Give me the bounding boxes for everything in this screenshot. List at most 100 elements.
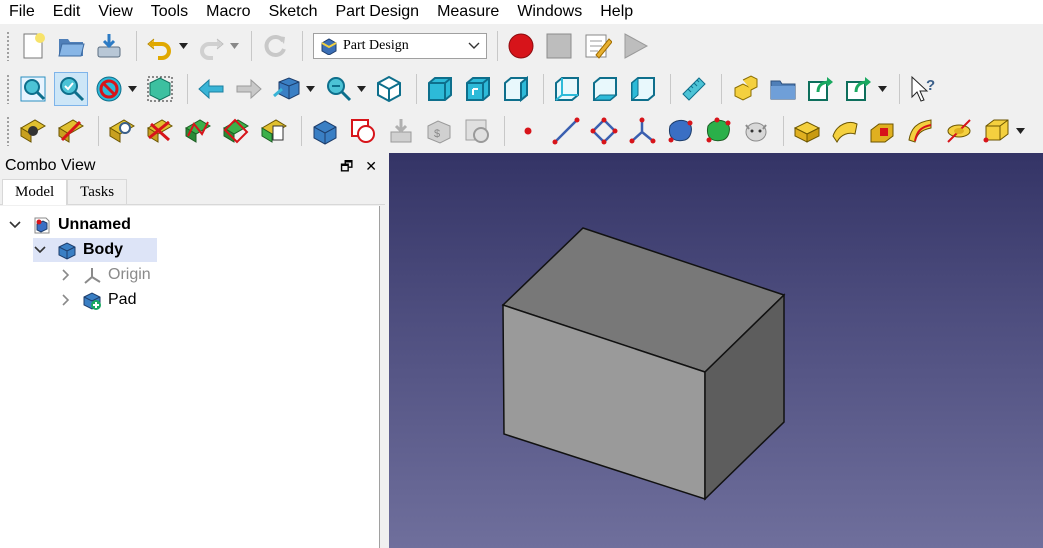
datum-line-icon[interactable] [549,114,583,148]
additive-primitive-icon[interactable] [980,114,1014,148]
zoom-dropdown-icon[interactable] [356,72,366,106]
3d-viewport[interactable] [389,153,1043,548]
execute-macro-icon[interactable] [618,29,652,63]
menu-view[interactable]: View [89,0,141,24]
menu-file[interactable]: File [0,0,44,24]
link-icon[interactable] [804,72,838,106]
sketch-mirror-icon[interactable] [257,114,291,148]
new-sketch-icon[interactable] [460,114,494,148]
undo-icon[interactable] [143,29,177,63]
front-view-icon[interactable] [423,72,457,106]
pad-icon[interactable] [790,114,824,148]
subshapebinder-icon[interactable] [701,114,735,148]
menu-measure[interactable]: Measure [428,0,508,24]
left-view-icon[interactable] [626,72,660,106]
chevron-down-icon [468,42,480,49]
sketch-reorient-icon[interactable] [143,114,177,148]
datum-point-icon[interactable] [511,114,545,148]
menu-windows[interactable]: Windows [508,0,591,24]
additive-loft-icon[interactable] [866,114,900,148]
top-view-icon[interactable] [461,72,495,106]
tree-item-label: Pad [108,291,137,308]
sketch-validate-icon[interactable] [181,114,215,148]
additive-helix-icon[interactable] [942,114,976,148]
edit-macro-icon[interactable] [580,29,614,63]
menu-edit[interactable]: Edit [44,0,90,24]
primitive-dropdown-icon[interactable] [1015,114,1025,148]
stop-macro-icon[interactable] [542,29,576,63]
link-dropdown-icon[interactable] [877,72,887,106]
menu-tools[interactable]: Tools [142,0,197,24]
chevron-right-icon[interactable] [58,293,72,307]
isometric-icon[interactable] [372,72,406,106]
body-icon[interactable] [308,114,342,148]
toolbar-separator [783,115,784,146]
chevron-down-icon[interactable] [33,243,47,257]
record-macro-icon[interactable] [504,29,538,63]
tree-item-origin[interactable]: Origin [58,263,151,287]
draw-style-icon[interactable] [92,72,126,106]
toolbar-separator [504,115,505,146]
fit-selection-icon[interactable] [54,71,88,106]
clone-icon[interactable]: $ [422,114,456,148]
pad-box-shape[interactable] [389,153,1043,548]
tab-tasks[interactable]: Tasks [67,179,128,204]
sketch-new-icon[interactable] [16,114,50,148]
menu-sketch[interactable]: Sketch [260,0,327,24]
toolbar-grip[interactable] [6,73,10,104]
float-panel-icon[interactable]: 🗗 [340,157,353,175]
datum-plane-icon[interactable] [587,114,621,148]
right-view-icon[interactable] [499,72,533,106]
measure-distance-icon[interactable] [677,72,711,106]
toolbar-separator [302,30,303,61]
undo-dropdown-icon[interactable] [178,29,188,63]
subshape-binder-icon[interactable] [384,114,418,148]
std-view-icon[interactable] [270,72,304,106]
tab-model[interactable]: Model [2,179,68,205]
shapebinder-icon[interactable] [663,114,697,148]
tree-item-body[interactable]: Body [33,238,157,262]
redo-icon[interactable] [194,29,228,63]
chevron-right-icon[interactable] [58,268,72,282]
sketch-edit-icon[interactable] [54,114,88,148]
back-icon[interactable] [194,72,228,106]
chevron-down-icon[interactable] [8,218,22,232]
toolbar-separator [416,73,417,104]
group-icon[interactable] [766,72,800,106]
toolbar-grip[interactable] [6,30,10,61]
rear-view-icon[interactable] [550,72,584,106]
forward-icon[interactable] [232,72,266,106]
file-toolbar: Part Design [0,25,1043,66]
redo-dropdown-icon[interactable] [229,29,239,63]
close-icon[interactable]: ✕ [365,157,377,175]
workbench-selector[interactable]: Part Design [313,32,487,59]
open-folder-icon[interactable] [54,29,88,63]
tree-item-label: Unnamed [58,216,131,233]
whats-this-icon[interactable]: ? [906,72,940,106]
local-cs-icon[interactable] [625,114,659,148]
additive-pipe-icon[interactable] [904,114,938,148]
zoom-icon[interactable] [321,72,355,106]
part-icon[interactable] [728,72,762,106]
sketch-merge-icon[interactable] [219,114,253,148]
std-view-dropdown-icon[interactable] [305,72,315,106]
clone-animal-icon[interactable] [739,114,773,148]
toolbar-grip[interactable] [6,115,10,146]
tree-item-document[interactable]: Unnamed [8,213,131,237]
menu-macro[interactable]: Macro [197,0,259,24]
bounding-box-icon[interactable] [143,72,177,106]
link-actions-icon[interactable] [842,72,876,106]
sketch-map-icon[interactable] [105,114,139,148]
refresh-icon[interactable] [258,29,292,63]
menu-part-design[interactable]: Part Design [326,0,428,24]
tree-item-pad[interactable]: Pad [58,288,136,312]
shape-binder-icon[interactable] [346,114,380,148]
draw-style-dropdown-icon[interactable] [127,72,137,106]
menu-help[interactable]: Help [591,0,642,24]
revolution-icon[interactable] [828,114,862,148]
fit-all-icon[interactable] [16,72,50,106]
save-icon[interactable] [92,29,126,63]
tree-scrollbar[interactable] [380,206,385,548]
bottom-view-icon[interactable] [588,72,622,106]
new-document-icon[interactable] [16,29,50,63]
